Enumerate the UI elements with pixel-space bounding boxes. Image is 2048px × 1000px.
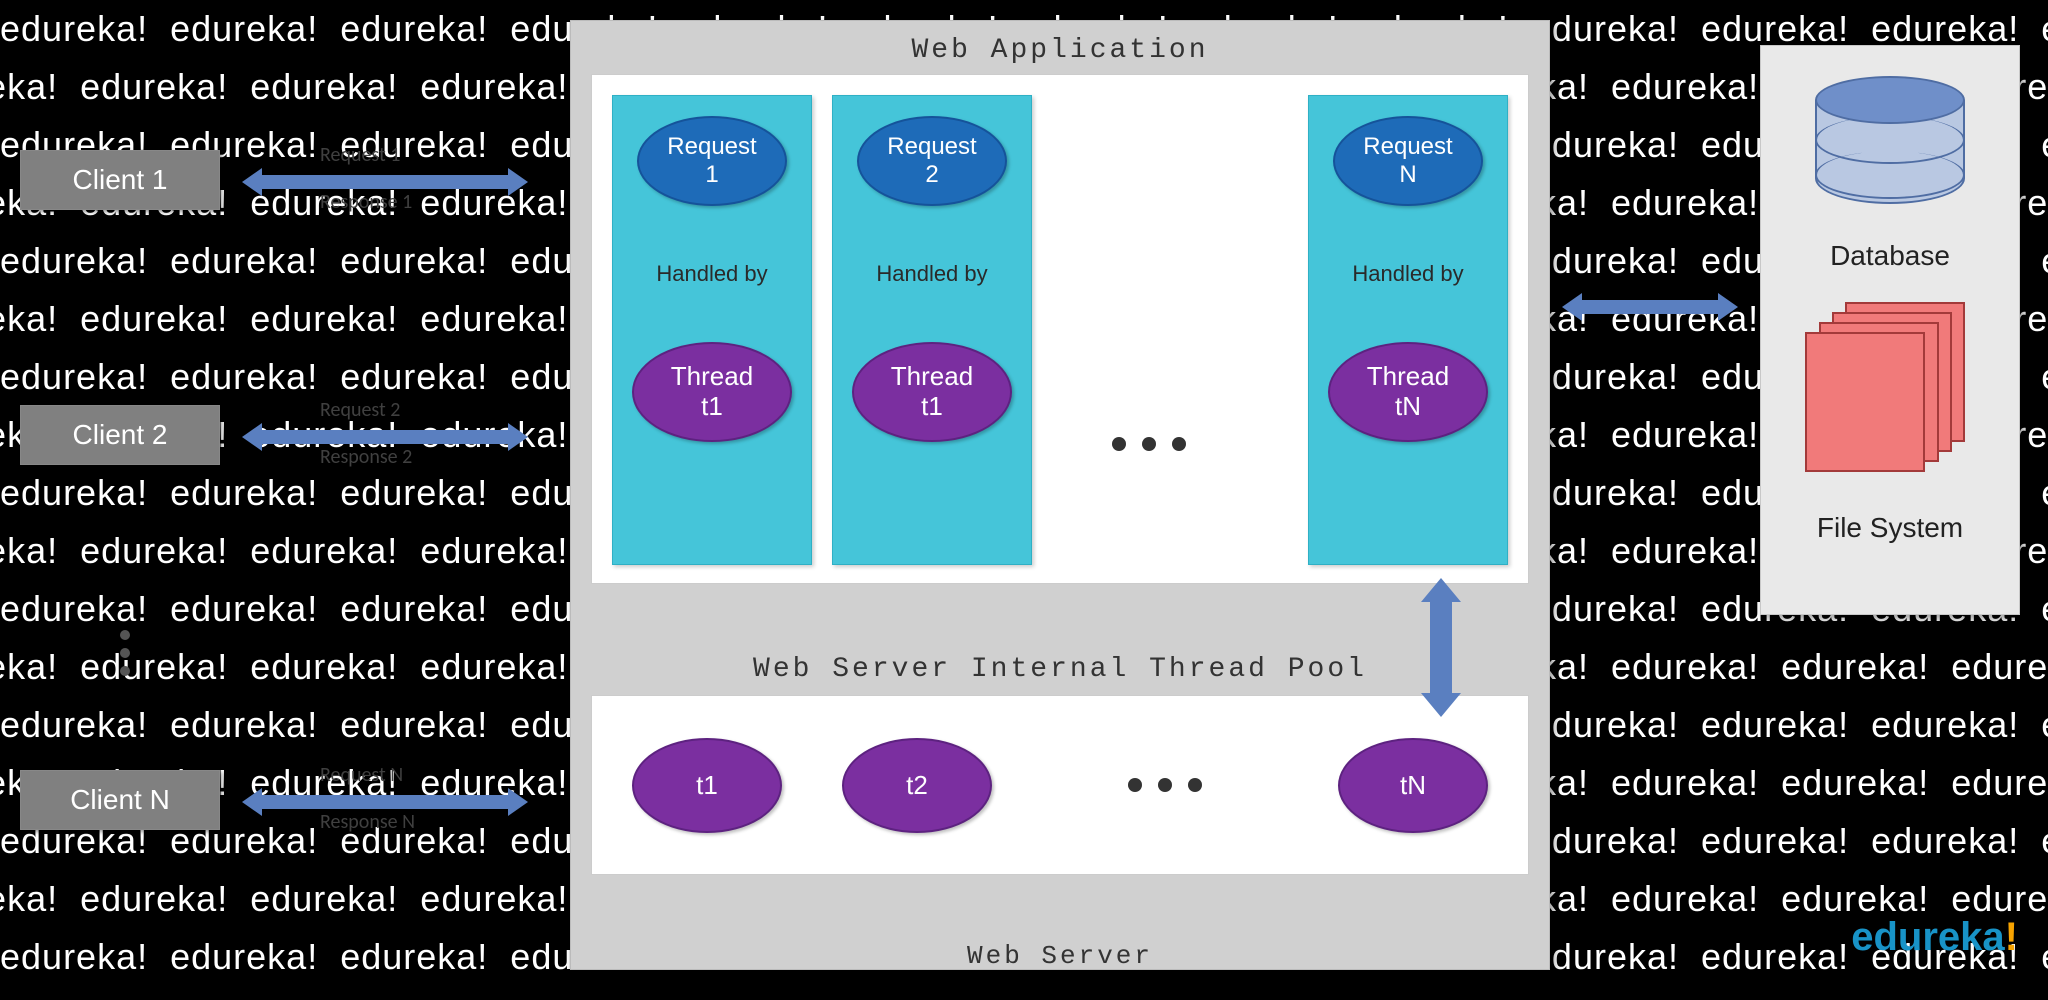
web-application-panel: Request 1 Handled by Thread t1 Request 2…: [591, 74, 1529, 584]
thread-bubble: Thread tN: [1328, 342, 1488, 442]
response-label-n: Response N: [320, 810, 415, 834]
client-label: Client 1: [73, 164, 168, 196]
thread-bot: t1: [921, 392, 943, 422]
brand-text: edureka: [1851, 915, 2004, 959]
database-label: Database: [1830, 240, 1950, 272]
request-bubble: Request 2: [857, 116, 1007, 206]
pool-thread: t1: [632, 738, 782, 833]
response-label-2: Response 2: [320, 445, 412, 469]
filesystem-label: File System: [1817, 512, 1963, 544]
arrow-client1-server: [260, 175, 510, 189]
web-server-footer-label: Web Server: [967, 941, 1153, 971]
thread-pool-panel: t1 t2 tN: [591, 695, 1529, 875]
arrow-clientn-server: [260, 795, 510, 809]
request-top: Request: [1363, 133, 1452, 161]
thread-top: Thread: [1367, 362, 1449, 392]
request-label-2: Request 2: [320, 398, 400, 422]
arrow-client2-server: [260, 430, 510, 444]
thread-top: Thread: [671, 362, 753, 392]
request-bot: 1: [705, 161, 718, 189]
client-box-n: Client N: [20, 770, 220, 830]
request-bubble: Request N: [1333, 116, 1483, 206]
thread-top: Thread: [891, 362, 973, 392]
pool-thread: t2: [842, 738, 992, 833]
request-column-1: Request 1 Handled by Thread t1: [612, 95, 812, 565]
request-label-1: Request 1: [320, 143, 400, 167]
thread-bubble: Thread t1: [852, 342, 1012, 442]
requests-ellipsis: [1112, 437, 1186, 451]
pool-ellipsis: [1128, 778, 1202, 792]
request-column-n: Request N Handled by Thread tN: [1308, 95, 1508, 565]
request-top: Request: [887, 133, 976, 161]
arrow-app-to-pool: [1430, 600, 1452, 695]
request-top: Request: [667, 133, 756, 161]
request-bot: N: [1399, 161, 1416, 189]
client-box-2: Client 2: [20, 405, 220, 465]
thread-bot: tN: [1395, 392, 1421, 422]
clients-ellipsis: [120, 630, 130, 676]
thread-bot: t1: [701, 392, 723, 422]
request-column-2: Request 2 Handled by Thread t1: [832, 95, 1032, 565]
brand-logo: edureka!: [1851, 915, 2018, 960]
handled-by-label: Handled by: [876, 261, 987, 287]
thread-pool-title: Web Server Internal Thread Pool: [571, 654, 1549, 685]
database-icon: [1815, 76, 1965, 226]
request-bubble: Request 1: [637, 116, 787, 206]
client-label: Client N: [70, 784, 170, 816]
request-label-n: Request N: [320, 763, 403, 787]
brand-bang: !: [2005, 915, 2018, 959]
thread-bubble: Thread t1: [632, 342, 792, 442]
client-label: Client 2: [73, 419, 168, 451]
handled-by-label: Handled by: [1352, 261, 1463, 287]
web-server-container: Web Application Request 1 Handled by Thr…: [570, 20, 1550, 970]
filesystem-icon: [1805, 302, 1975, 472]
pool-thread: tN: [1338, 738, 1488, 833]
request-bot: 2: [925, 161, 938, 189]
arrow-server-storage: [1580, 300, 1720, 314]
response-label-1: Response 1: [320, 190, 412, 214]
handled-by-label: Handled by: [656, 261, 767, 287]
web-application-title: Web Application: [571, 21, 1549, 74]
client-box-1: Client 1: [20, 150, 220, 210]
storage-panel: Database File System: [1760, 45, 2020, 615]
